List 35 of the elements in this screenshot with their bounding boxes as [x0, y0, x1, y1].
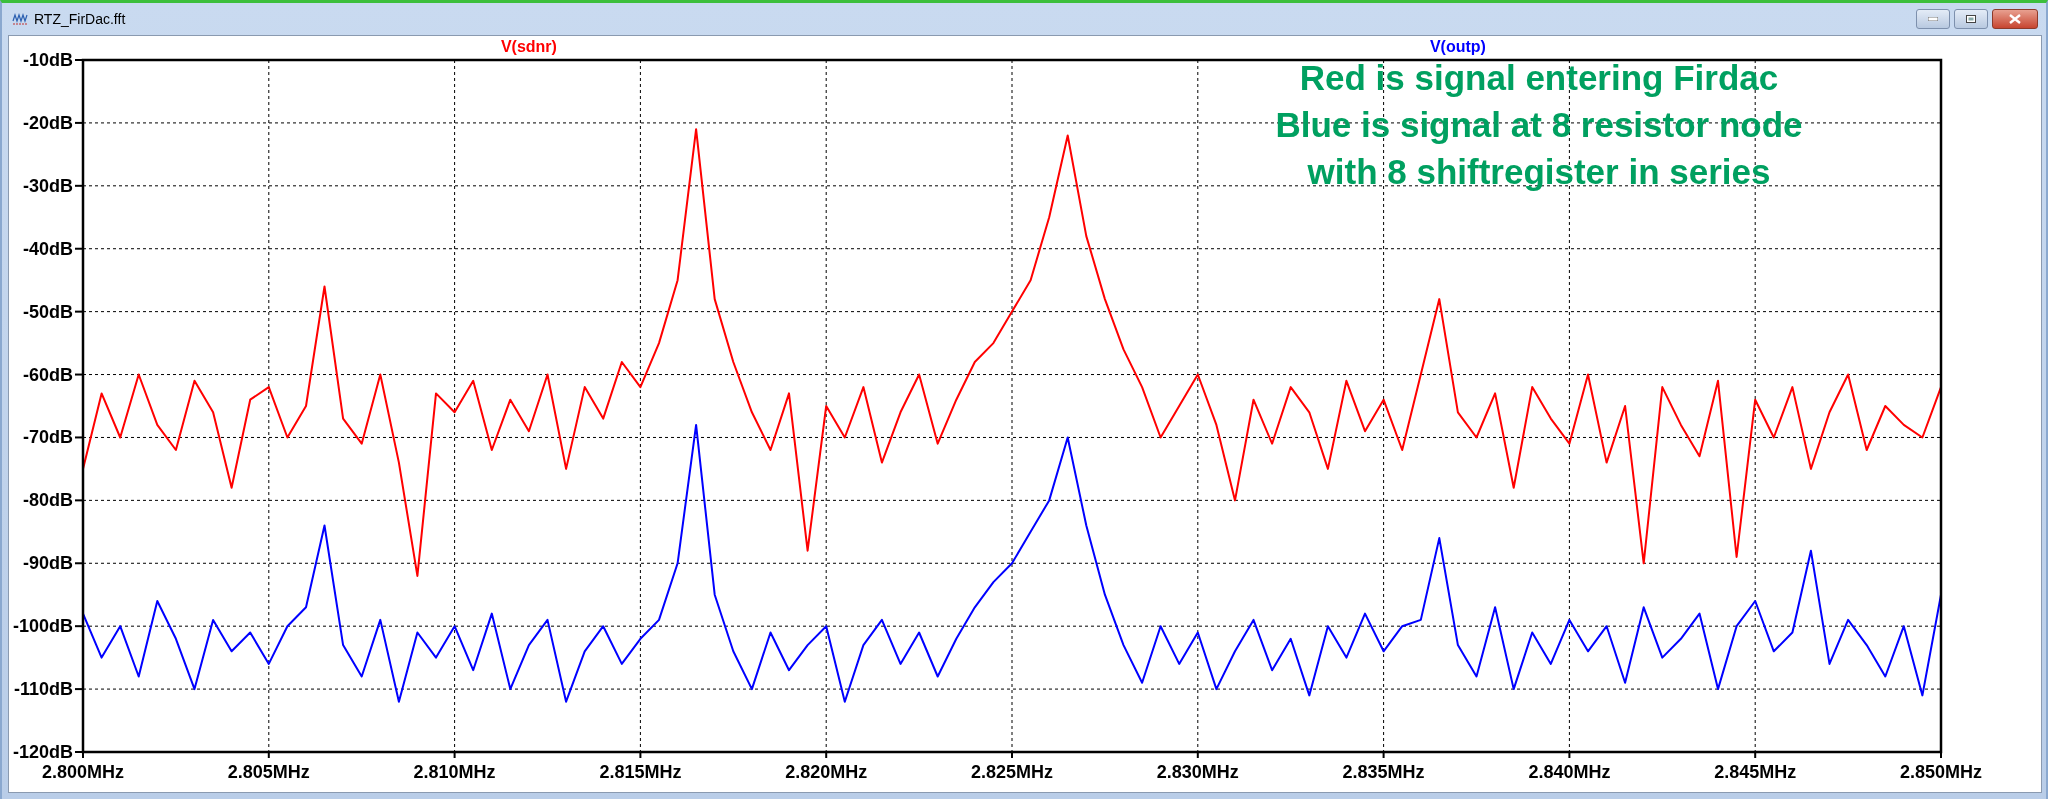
annotation-text: with 8 shiftregister in series [1307, 151, 1771, 193]
x-axis-label: 2.800MHz [42, 762, 124, 782]
annotation-text: Red is signal entering Firdac [1299, 57, 1779, 99]
y-axis-label: -20dB [23, 112, 73, 133]
maximize-button[interactable] [1954, 9, 1988, 29]
x-axis-label: 2.825MHz [971, 762, 1053, 782]
x-axis-label: 2.830MHz [1156, 762, 1239, 782]
x-axis-label: 2.810MHz [413, 762, 496, 782]
maximize-icon [1966, 15, 1976, 23]
minimize-icon [1928, 17, 1938, 21]
x-axis-label: 2.835MHz [1342, 762, 1425, 782]
x-axis-label: 2.820MHz [785, 762, 868, 782]
y-axis-label: -100dB [12, 616, 73, 637]
window-title: RTZ_FirDac.fft [34, 11, 126, 27]
y-axis-label: -60dB [23, 364, 73, 385]
y-axis-label: -120dB [12, 742, 73, 762]
y-axis-label: -40dB [23, 238, 73, 259]
x-axis-label: 2.805MHz [227, 762, 310, 782]
y-axis-label: -10dB [23, 50, 73, 70]
y-axis-label: -110dB [13, 679, 73, 700]
trace-label: V(outp) [1429, 38, 1486, 55]
y-axis-label: -70dB [23, 427, 73, 448]
close-icon [2009, 14, 2021, 24]
y-axis-label: -50dB [23, 301, 73, 322]
y-axis-label: -30dB [23, 175, 73, 196]
x-axis-label: 2.850MHz [1900, 762, 1982, 782]
x-axis-label: 2.815MHz [599, 762, 682, 782]
x-axis-label: 2.845MHz [1714, 762, 1797, 782]
y-axis-label: -80dB [23, 490, 73, 511]
waveform-icon [12, 12, 28, 26]
y-axis-label: -90dB [23, 553, 73, 574]
trace-label: V(sdnr) [500, 38, 557, 55]
x-axis-label: 2.840MHz [1528, 762, 1611, 782]
close-button[interactable] [1992, 9, 2038, 29]
annotation-text: Blue is signal at 8 resistor node [1275, 104, 1803, 146]
